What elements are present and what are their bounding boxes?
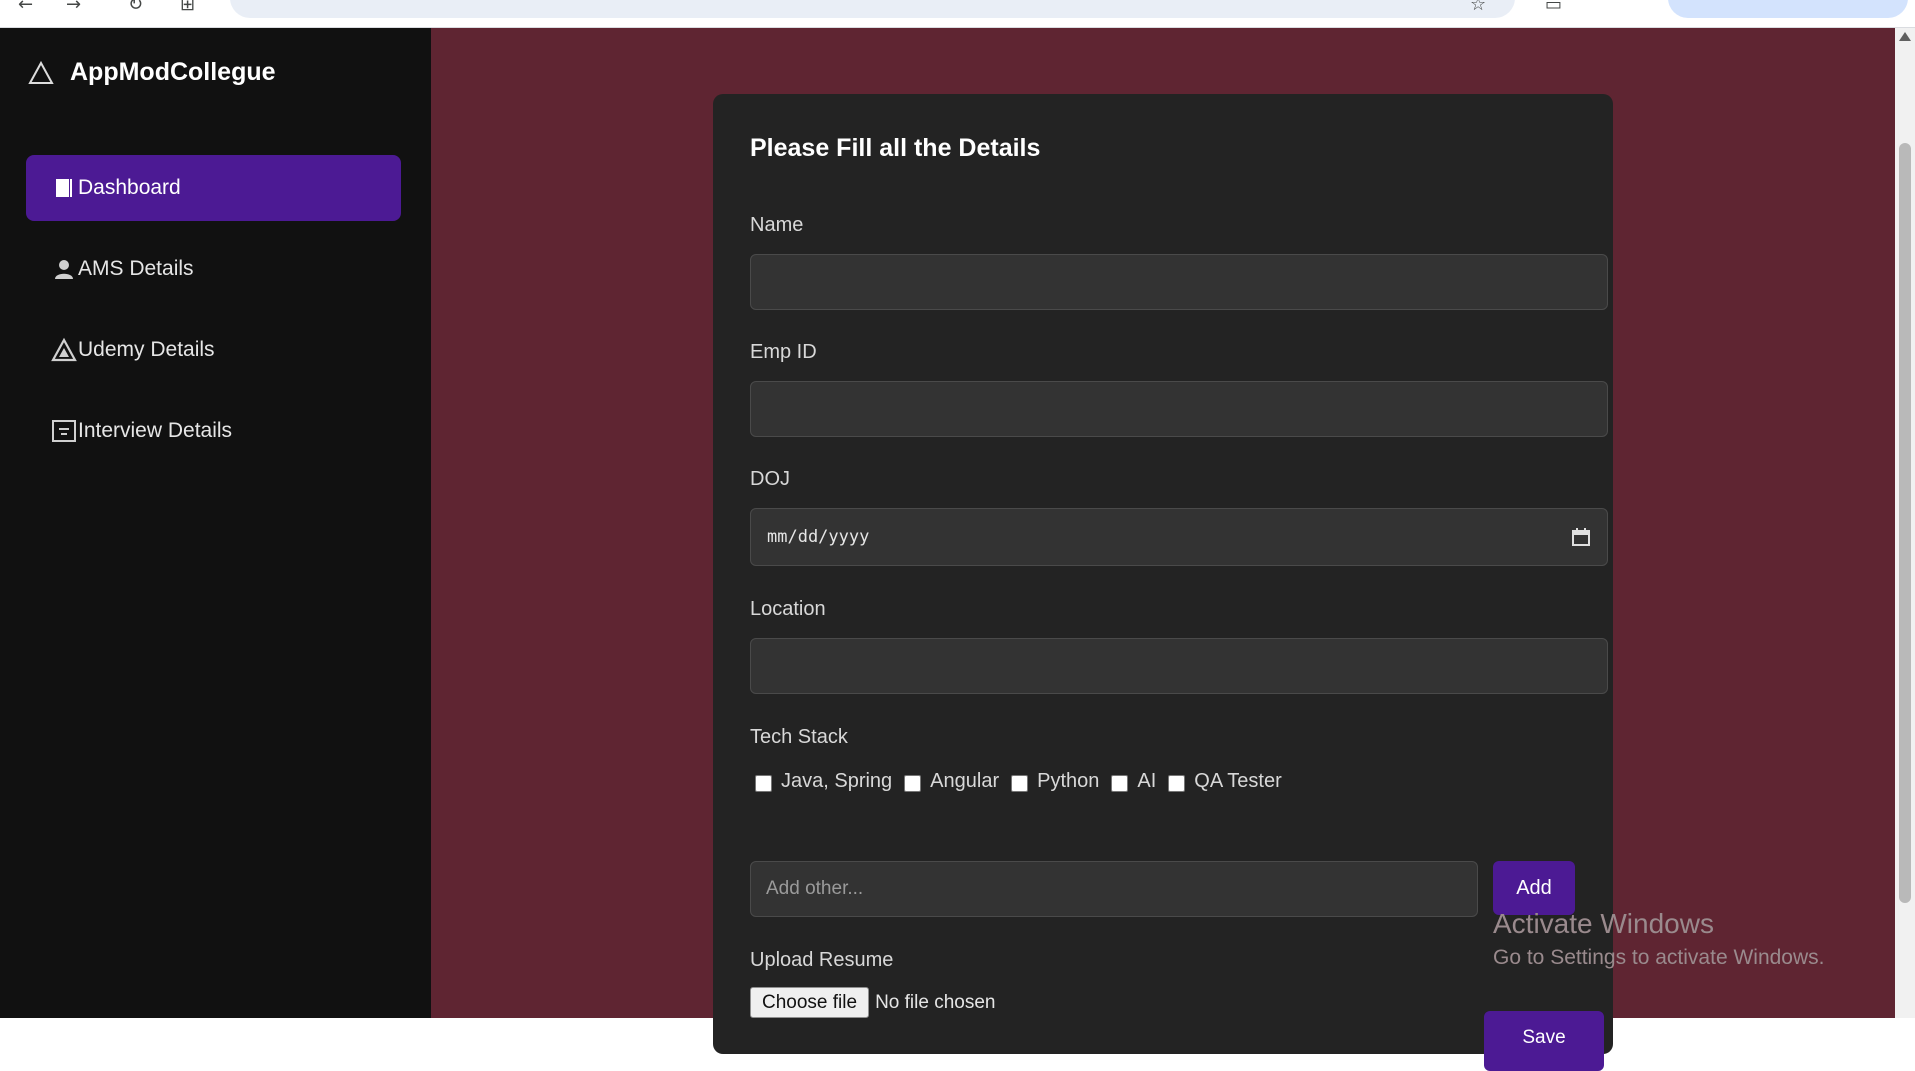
- empid-label: Emp ID: [750, 341, 817, 363]
- sidebar-item-interview-details[interactable]: Interview Details: [26, 398, 401, 464]
- location-input[interactable]: [750, 638, 1608, 694]
- forward-icon[interactable]: →: [66, 0, 81, 15]
- window-icon[interactable]: ▭: [1545, 0, 1562, 15]
- checkbox-label: Angular: [930, 770, 1000, 792]
- sidebar-item-dashboard[interactable]: Dashboard: [26, 155, 401, 221]
- form-title: Please Fill all the Details: [750, 134, 1041, 162]
- bookmark-star-icon[interactable]: ☆: [1470, 0, 1486, 15]
- choose-file-button[interactable]: Choose file: [750, 987, 870, 1018]
- calendar-icon[interactable]: [1571, 527, 1591, 547]
- watermark-subtitle: Go to Settings to activate Windows.: [1493, 946, 1825, 969]
- sidebar-item-udemy-details[interactable]: Udemy Details: [26, 317, 401, 383]
- checkbox[interactable]: [1011, 775, 1029, 792]
- add-other-input[interactable]: Add other...: [750, 861, 1478, 917]
- checkbox-label: AI: [1137, 770, 1157, 792]
- brand[interactable]: AppModCollegue: [28, 58, 276, 87]
- watermark-title: Activate Windows: [1493, 908, 1714, 939]
- app-root: AppModCollegue Dashboard AMS Details Ude…: [0, 28, 1895, 1071]
- location-label: Location: [750, 598, 826, 620]
- sidebar-item-ams-details[interactable]: AMS Details: [26, 236, 401, 302]
- person-icon: [50, 255, 78, 283]
- udemy-icon: [50, 336, 78, 364]
- checkbox[interactable]: [755, 775, 772, 792]
- doj-date-input[interactable]: mm/dd/yyyy: [750, 508, 1608, 566]
- checkbox[interactable]: [1111, 775, 1129, 792]
- profile-pill[interactable]: [1668, 0, 1908, 18]
- checkbox-label: QA Tester: [1194, 770, 1282, 792]
- page-scrollbar[interactable]: [1895, 28, 1915, 1018]
- brand-name: AppModCollegue: [70, 58, 276, 86]
- checkbox-label: Java, Spring: [781, 770, 893, 792]
- activate-windows-watermark: Activate Windows Go to Settings to activ…: [1493, 908, 1825, 970]
- extensions-icon[interactable]: ⊞: [180, 0, 195, 15]
- tech-option-ai[interactable]: AI: [1111, 770, 1156, 793]
- main-content: Please Fill all the Details Name Emp ID …: [431, 28, 1895, 1071]
- reload-icon[interactable]: ↻: [128, 0, 143, 15]
- browser-toolbar: ← → ↻ ⊞ ☆ ▭: [0, 0, 1915, 28]
- add-other-placeholder: Add other...: [766, 878, 864, 899]
- tech-option-qa-tester[interactable]: QA Tester: [1168, 770, 1282, 793]
- sidebar-item-label: Udemy Details: [78, 338, 215, 361]
- file-upload: Choose file No file chosen: [750, 987, 995, 1018]
- sidebar-item-label: Dashboard: [78, 176, 181, 199]
- book-icon: [50, 174, 78, 202]
- tech-stack-options: Java, Spring Angular Python AI QA Tester: [755, 770, 1294, 793]
- sidebar: AppModCollegue Dashboard AMS Details Ude…: [0, 28, 431, 1018]
- scroll-up-arrow-icon[interactable]: [1899, 32, 1911, 41]
- scrollbar-thumb[interactable]: [1899, 143, 1911, 903]
- details-form-card: Please Fill all the Details Name Emp ID …: [713, 94, 1613, 1071]
- address-bar[interactable]: [230, 0, 1515, 18]
- add-tech-button[interactable]: Add: [1493, 861, 1575, 915]
- save-button[interactable]: Save: [1484, 1011, 1604, 1071]
- doj-label: DOJ: [750, 468, 790, 490]
- sidebar-item-label: AMS Details: [78, 257, 194, 280]
- tech-option-java-spring[interactable]: Java, Spring: [755, 770, 892, 793]
- checkbox[interactable]: [904, 775, 922, 792]
- upload-resume-label: Upload Resume: [750, 949, 894, 971]
- tech-stack-label: Tech Stack: [750, 726, 848, 748]
- checkbox-label: Python: [1037, 770, 1100, 792]
- triangle-logo-icon: [28, 60, 54, 84]
- file-status: No file chosen: [875, 991, 996, 1013]
- tech-option-python[interactable]: Python: [1011, 770, 1099, 793]
- doj-placeholder: mm/dd/yyyy: [767, 527, 870, 547]
- empid-input[interactable]: [750, 381, 1608, 437]
- checkbox[interactable]: [1168, 775, 1186, 792]
- name-input[interactable]: [750, 254, 1608, 310]
- sidebar-nav: Dashboard AMS Details Udemy Details Inte…: [26, 155, 401, 479]
- interview-list-icon: [50, 417, 78, 445]
- back-icon[interactable]: ←: [18, 0, 33, 15]
- name-label: Name: [750, 214, 804, 236]
- sidebar-item-label: Interview Details: [78, 419, 233, 442]
- tech-option-angular[interactable]: Angular: [904, 770, 999, 793]
